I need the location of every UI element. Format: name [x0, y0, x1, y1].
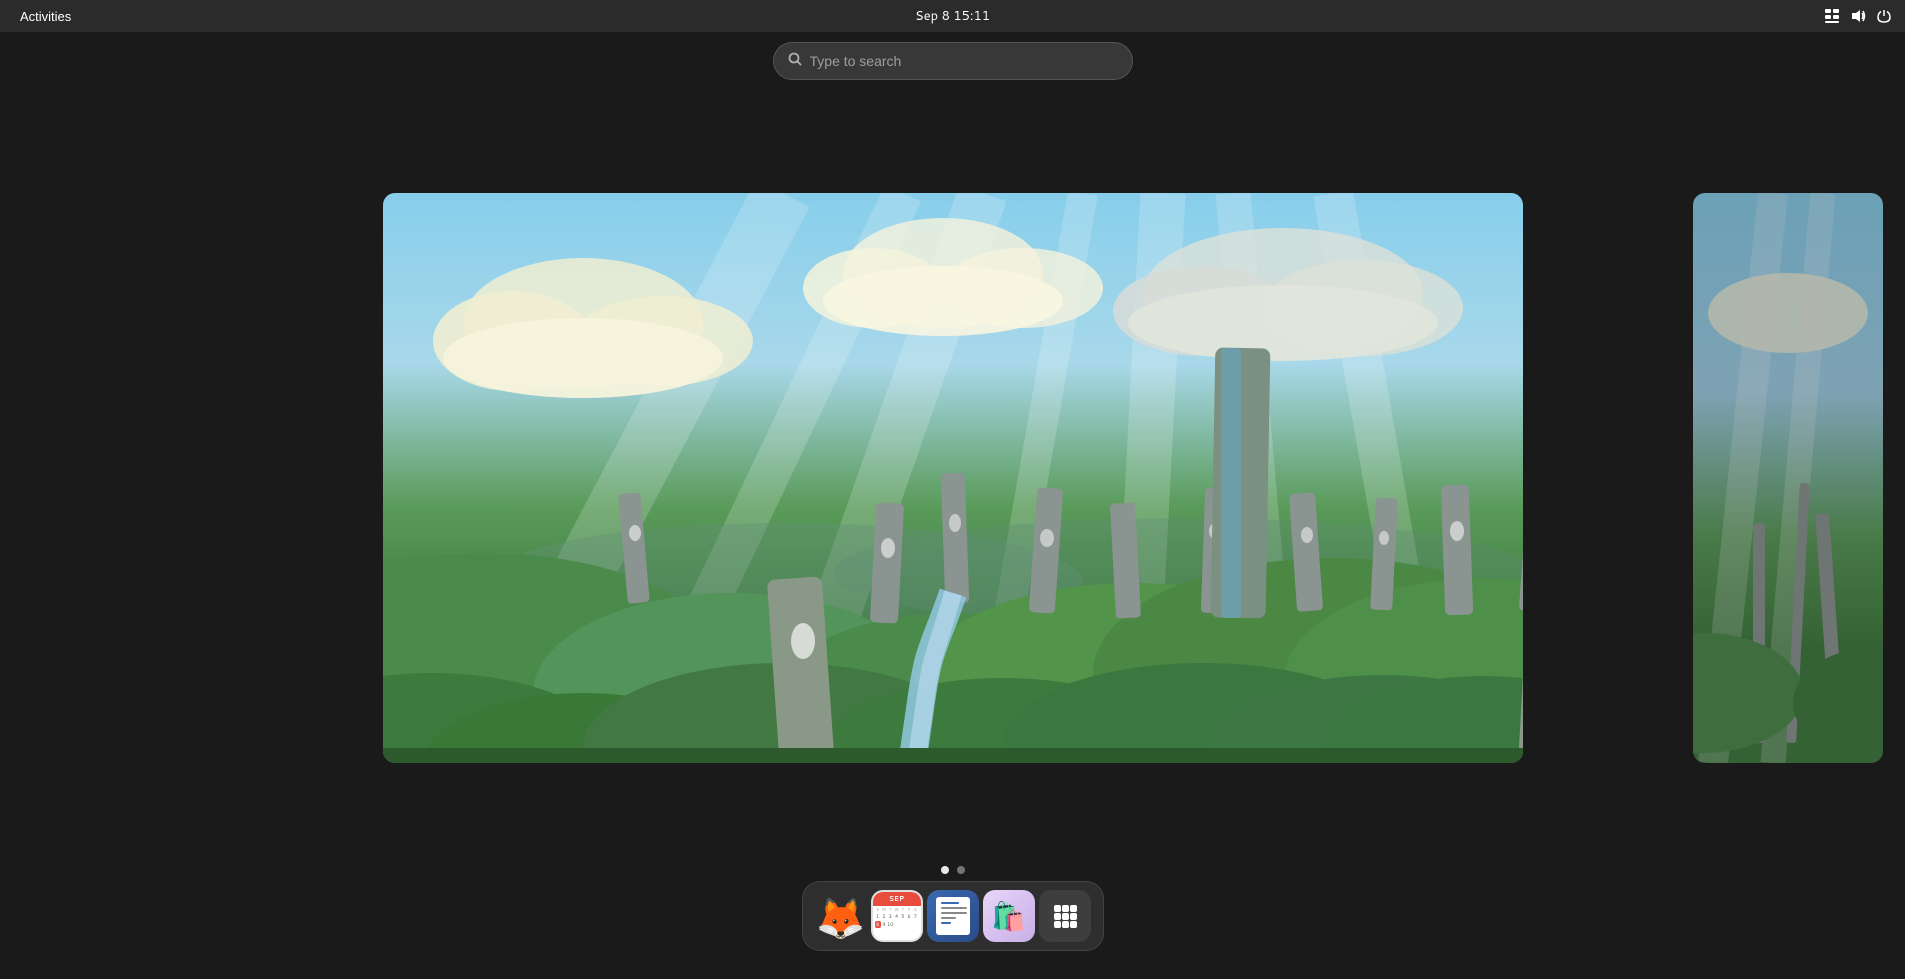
notes-icon[interactable] — [927, 890, 979, 942]
cal-cell: 10 — [887, 921, 893, 929]
volume-icon[interactable] — [1849, 7, 1867, 25]
workspace-area — [0, 88, 1905, 867]
system-tray — [1823, 7, 1893, 25]
workspace-dot-1[interactable] — [941, 866, 949, 874]
clock: Sep 8 15:11 — [915, 7, 990, 25]
power-icon[interactable] — [1875, 7, 1893, 25]
workspace-dot-2[interactable] — [957, 866, 965, 874]
search-container — [0, 42, 1905, 80]
activities-button[interactable]: Activities — [12, 7, 79, 26]
workspace-dots — [941, 866, 965, 874]
calendar-icon[interactable]: SEP S M T W T F S 1 2 3 4 5 6 7 8 9 10 — [871, 890, 923, 942]
search-bar[interactable] — [773, 42, 1133, 80]
dock-container: 🦊 SEP S M T W T F S 1 2 3 4 5 6 7 8 9 — [802, 881, 1104, 951]
cal-cell: 7 — [912, 913, 918, 921]
workspace-main[interactable] — [383, 193, 1523, 763]
firefox-icon[interactable]: 🦊 — [815, 890, 867, 942]
network-icon[interactable] — [1823, 7, 1841, 25]
software-center-icon[interactable]: 🛍️ — [983, 890, 1035, 942]
search-icon — [788, 51, 802, 71]
app-grid-icon[interactable] — [1039, 890, 1091, 942]
calendar-month: SEP — [873, 892, 921, 906]
workspace-secondary[interactable] — [1693, 193, 1883, 763]
top-bar: Activities Sep 8 15:11 — [0, 0, 1905, 32]
dock: 🦊 SEP S M T W T F S 1 2 3 4 5 6 7 8 9 — [802, 881, 1104, 951]
search-input[interactable] — [810, 53, 1118, 69]
